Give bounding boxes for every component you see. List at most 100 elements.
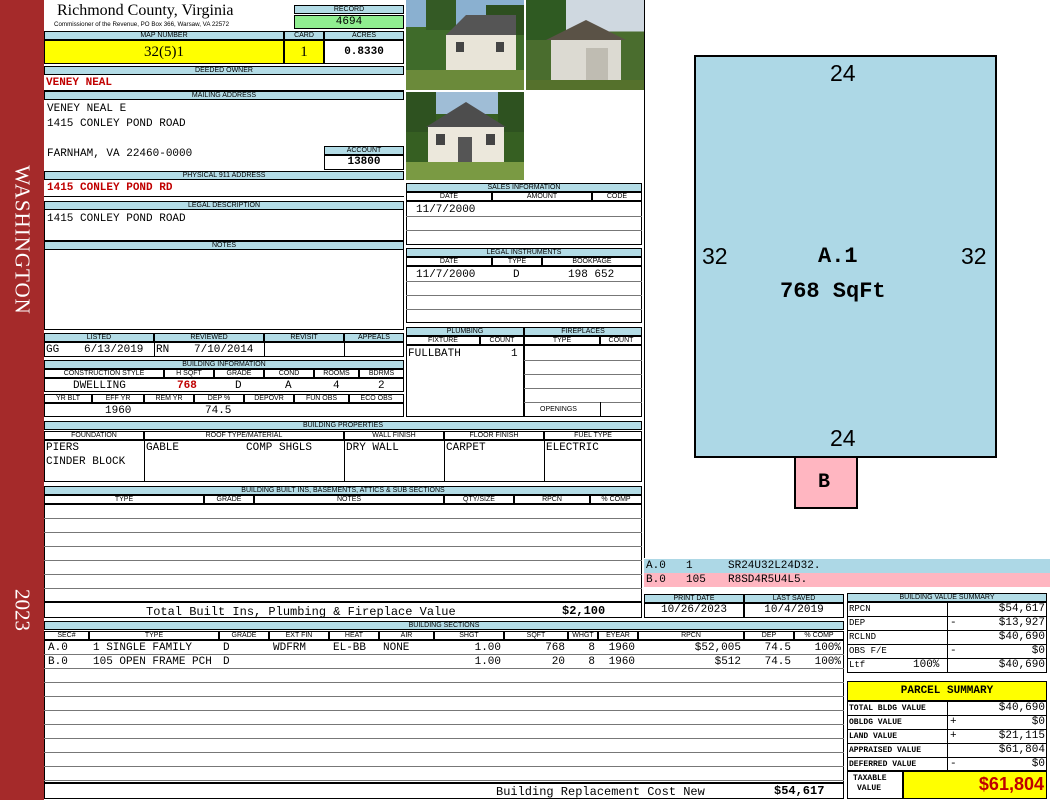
mailing-line-2: 1415 CONLEY POND ROAD	[47, 118, 186, 130]
county-title: Richmond County, Virginia	[57, 2, 234, 19]
legend-b-code: 105	[686, 574, 706, 586]
section-col-eyear: EYEAR	[598, 631, 638, 640]
sketch-left-dimension: 32	[702, 243, 728, 269]
county-address: Commissioner of the Revenue, PO Box 366,…	[54, 21, 230, 28]
section-cell-sec: B.0	[48, 656, 68, 668]
bp-roof-col: ROOF TYPE/MATERIAL	[144, 431, 344, 440]
bt-type-col: TYPE	[44, 495, 204, 504]
card-value: 1	[284, 40, 324, 64]
sketch-area-name: A.1	[818, 244, 858, 269]
section-cell-air: NONE	[383, 642, 410, 654]
shed-photo	[526, 0, 644, 90]
sales-code-col: CODE	[592, 192, 642, 201]
parcel-tbv-label: TOTAL BLDG VALUE	[849, 704, 926, 713]
bi-style-col: CONSTRUCTION STYLE	[44, 369, 164, 378]
li-type: D	[513, 269, 520, 281]
taxable-label-2: VALUE	[857, 784, 882, 793]
listed-header: LISTED	[44, 333, 154, 342]
bi-dep-col: DEP %	[194, 394, 244, 403]
bp-foundation-col: FOUNDATION	[44, 431, 144, 440]
reviewed-date: 7/10/2014	[194, 344, 254, 356]
li-bookpage-col: BOOKPAGE	[542, 257, 642, 266]
account-header: ACCOUNT	[324, 146, 404, 155]
house-photo-front	[406, 0, 524, 90]
notes-box	[44, 249, 404, 330]
parcel-appraised-value: $61,804	[998, 744, 1045, 756]
legend-a-id: A.0	[646, 560, 666, 572]
section-cell-rpcn: $52,005	[694, 642, 741, 654]
sketch-area-size: 768 SqFt	[780, 279, 886, 304]
li-bookpage: 198 652	[568, 269, 615, 281]
bi-ecoobs-col: ECO OBS	[349, 394, 404, 403]
record-value: 4694	[294, 15, 404, 29]
account-value: 13800	[324, 155, 404, 170]
bvs-dep-sign: -	[950, 617, 957, 629]
li-date-col: DATE	[406, 257, 492, 266]
bi-grade: D	[235, 380, 242, 392]
plumbing-fixture-col: FIXTURE	[406, 336, 480, 345]
sketch-bottom-dimension: 24	[830, 425, 856, 451]
deeded-owner-value: VENEY NEAL	[46, 77, 113, 89]
parcel-land-label: LAND VALUE	[849, 732, 898, 741]
replacement-value: $54,617	[774, 784, 825, 798]
sales-amount-col: AMOUNT	[492, 192, 592, 201]
fireplaces-count-col: COUNT	[600, 336, 642, 345]
builtins-total-label: Total Built Ins, Plumbing & Fireplace Va…	[146, 605, 456, 619]
builtins-header: BUILDING BUILT INS, BASEMENTS, ATTICS & …	[44, 486, 642, 495]
bi-depovr-col: DEPOVR	[244, 394, 294, 403]
physical-address-value: 1415 CONLEY POND RD	[47, 182, 173, 194]
bi-cond: A	[285, 380, 292, 392]
reviewed-header: REVIEWED	[154, 333, 264, 342]
bvs-ltf-label: Ltf	[849, 660, 866, 670]
legend-b-id: B.0	[646, 574, 666, 586]
taxable-value: $61,804	[978, 774, 1044, 794]
section-cell-dep: 74.5	[764, 656, 791, 668]
bi-grade-col: GRADE	[214, 369, 264, 378]
section-cell-eyear: 1960	[608, 642, 635, 654]
bi-style: DWELLING	[73, 380, 126, 392]
house-photo-side	[406, 92, 524, 180]
parcel-oblg-label: OBLDG VALUE	[849, 718, 902, 727]
bi-rooms-col: ROOMS	[314, 369, 359, 378]
legend-a-path: SR24U32L24D32.	[728, 560, 821, 572]
map-number-header: MAP NUMBER	[44, 31, 284, 40]
bp-floor-col: FLOOR FINISH	[444, 431, 544, 440]
section-cell-shgt: 1.00	[474, 642, 501, 654]
section-col-sec: SEC#	[44, 631, 89, 640]
section-col-heat: HEAT	[329, 631, 379, 640]
section-col-dep: DEP	[744, 631, 794, 640]
section-cell-grade: D	[223, 656, 230, 668]
acres-header: ACRES	[324, 31, 404, 40]
bt-qty-col: QTY/SIZE	[444, 495, 514, 504]
section-cell-sqft: 20	[551, 656, 565, 668]
bt-notes-col: NOTES	[254, 495, 444, 504]
acres-value: 0.8330	[324, 40, 404, 64]
parcel-land-sign: +	[950, 730, 957, 742]
legal-description-value: 1415 CONLEY POND ROAD	[47, 213, 186, 225]
bp-roof-type: GABLE	[146, 442, 180, 454]
bvs-header: BUILDING VALUE SUMMARY	[847, 593, 1047, 602]
bvs-ltf-value: $40,690	[998, 659, 1045, 671]
card-header: CARD	[284, 31, 324, 40]
bi-dep: 74.5	[205, 405, 232, 417]
section-cell-shgt: 1.00	[474, 656, 501, 668]
parcel-deferred-sign: -	[950, 758, 957, 770]
mailing-line-3: FARNHAM, VA 22460-0000	[47, 148, 193, 160]
bp-foundation-1: PIERS	[46, 442, 80, 454]
sketch-legend-a: A.0 1 SR24U32L24D32.	[644, 559, 1050, 573]
map-number-value: 32(5)1	[44, 40, 284, 64]
bt-comp-col: % COMP	[590, 495, 642, 504]
print-date-value: 10/26/2023	[644, 603, 744, 618]
side-year-label: 2023	[10, 589, 35, 631]
section-cell-type: 105 OPEN FRAME PCH	[93, 656, 212, 668]
section-col-comp: % COMP	[794, 631, 844, 640]
section-col-sqft: SQFT	[504, 631, 568, 640]
bp-fuel: ELECTRIC	[546, 442, 599, 454]
section-col-rpcn: RPCN	[638, 631, 744, 640]
bvs-obs-label: OBS F/E	[849, 646, 887, 656]
section-cell-type: 1 SINGLE FAMILY	[93, 642, 193, 654]
sketch-porch-label: B	[818, 471, 831, 494]
bvs-dep-value: $13,927	[998, 617, 1045, 629]
taxable-label-1: TAXABLE	[853, 774, 887, 783]
bi-effyr: 1960	[105, 405, 132, 417]
